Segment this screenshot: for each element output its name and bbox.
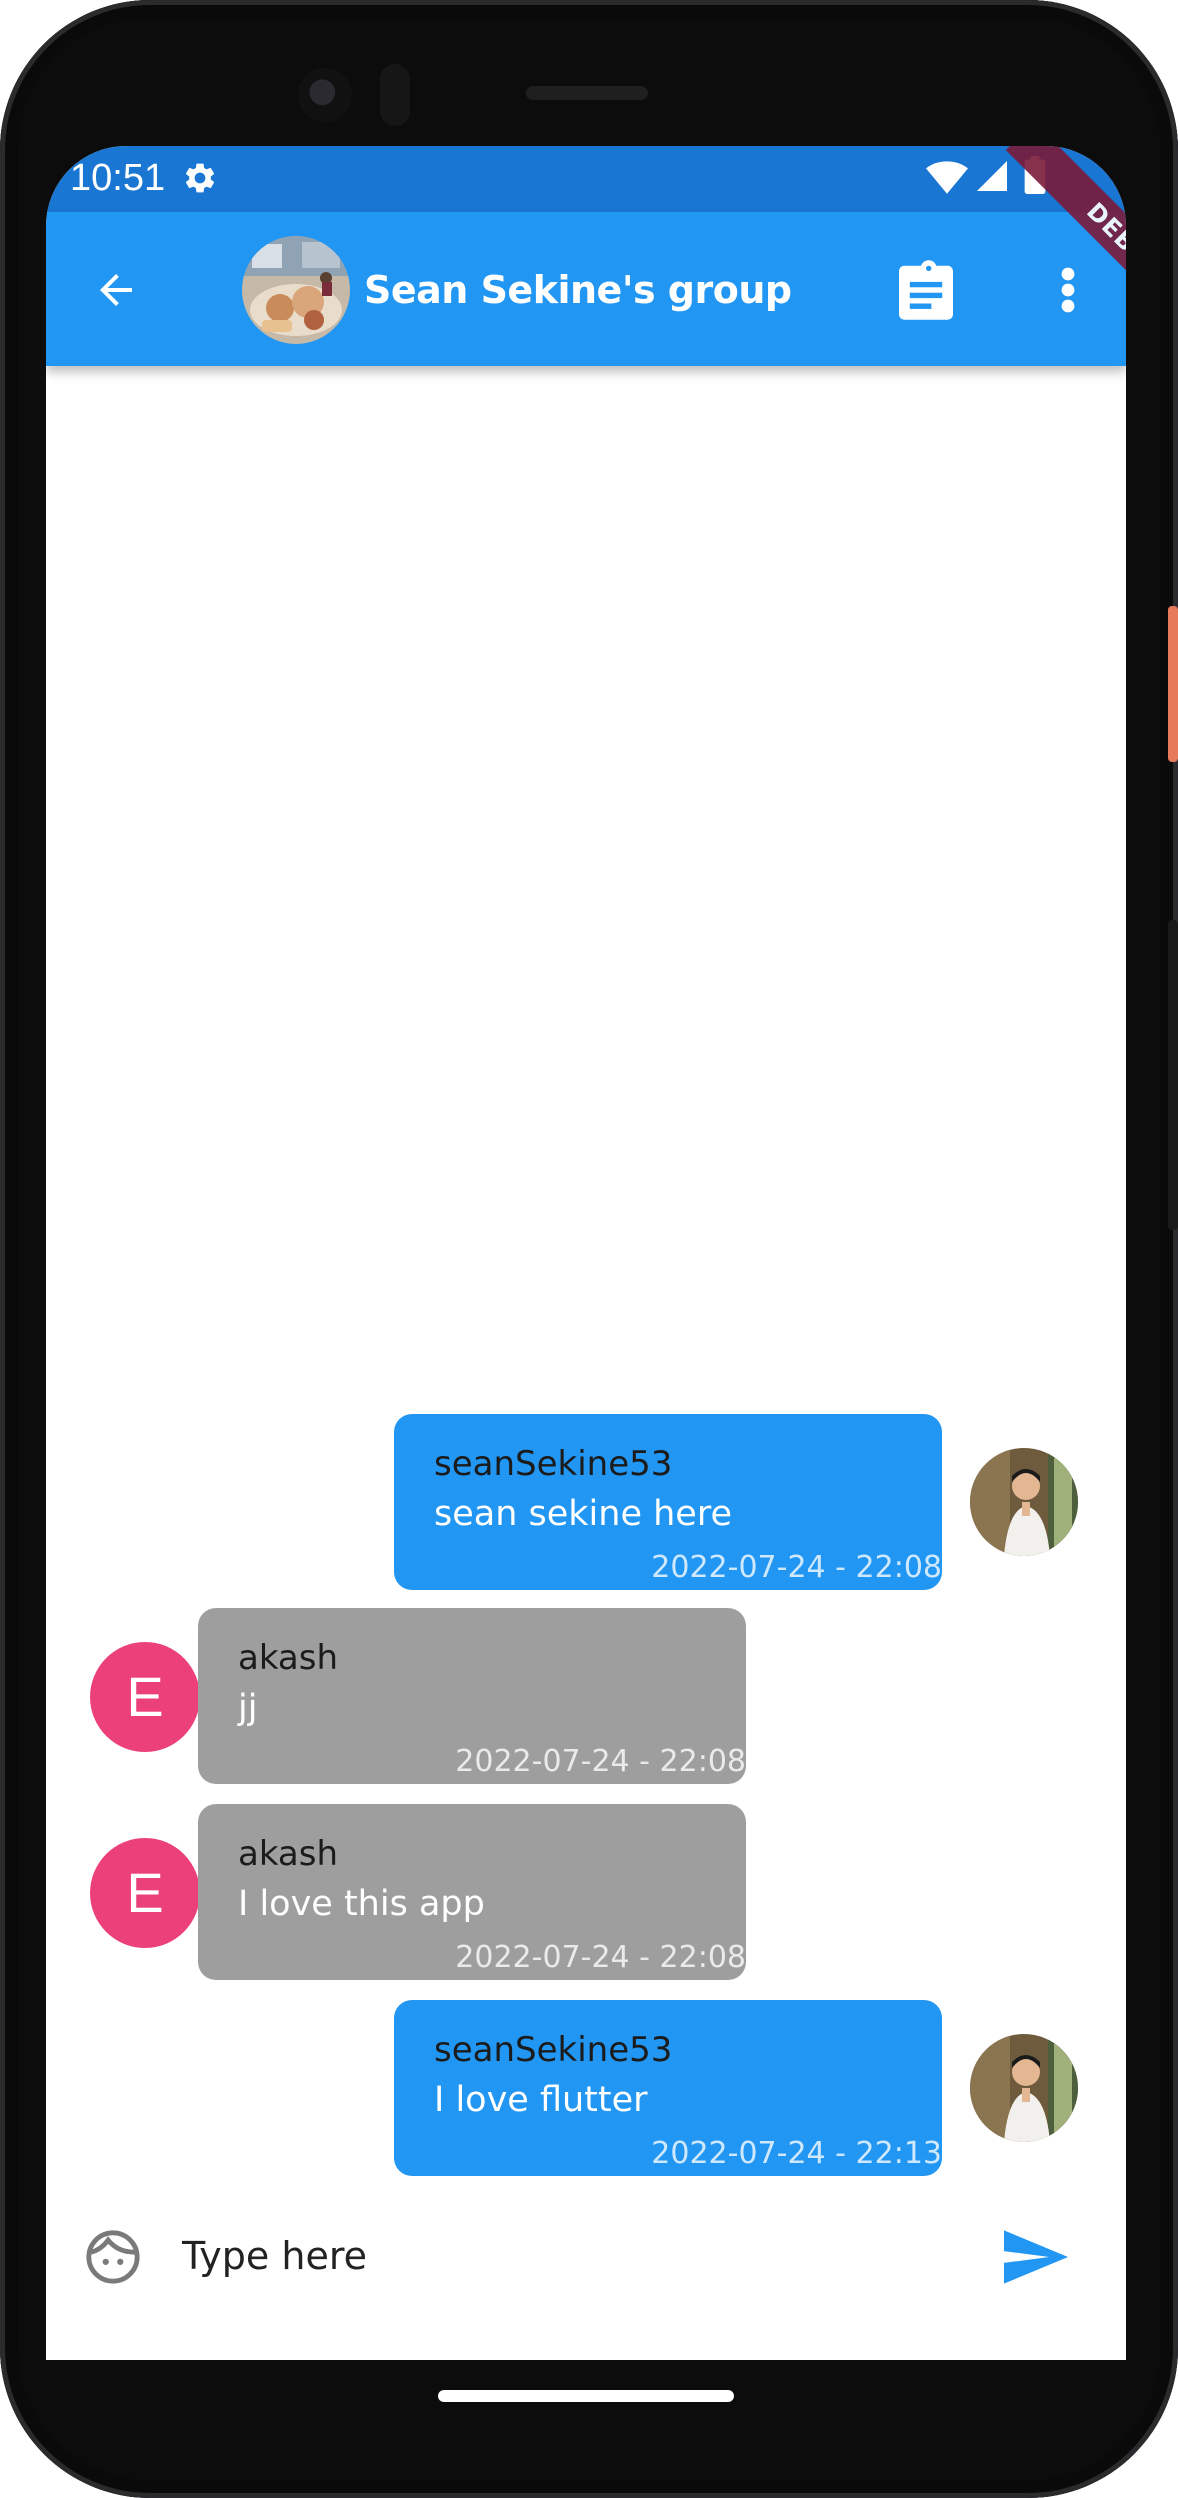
back-button[interactable]	[84, 258, 148, 322]
message-timestamp: 2022-07-24 - 22:08	[651, 1550, 942, 1585]
message-sender: akash	[238, 1834, 339, 1874]
clipboard-icon	[899, 260, 953, 320]
signal-icon	[977, 161, 1007, 191]
message-bubble-received[interactable]: akash I love this app 2022-07-24 - 22:08	[198, 1804, 746, 1980]
status-bar: 10:51	[46, 146, 1126, 212]
gear-icon	[185, 163, 215, 193]
screen: 10:51 Sean Sekine's group DEBUG seanSeki…	[46, 146, 1126, 2360]
face-icon	[86, 2230, 140, 2284]
avatar[interactable]: E	[90, 1642, 200, 1752]
message-timestamp: 2022-07-24 - 22:08	[455, 1744, 746, 1779]
back-arrow-icon	[100, 274, 132, 306]
home-indicator[interactable]	[438, 2390, 734, 2402]
message-bubble-sent[interactable]: seanSekine53 sean sekine here 2022-07-24…	[394, 1414, 942, 1590]
more-vert-icon	[1061, 267, 1075, 313]
wifi-icon	[926, 161, 968, 194]
message-input[interactable]	[182, 2224, 882, 2288]
group-photo	[242, 236, 350, 344]
status-time: 10:51	[70, 157, 166, 199]
message-sender: seanSekine53	[434, 1444, 673, 1484]
send-button[interactable]	[1004, 2230, 1068, 2284]
message-sender: seanSekine53	[434, 2030, 673, 2070]
user-photo	[970, 2034, 1078, 2142]
message-text: sean sekine here	[434, 1494, 732, 1534]
phone-frame: 10:51 Sean Sekine's group DEBUG seanSeki…	[0, 0, 1178, 2498]
message-timestamp: 2022-07-24 - 22:13	[651, 2136, 942, 2171]
page-title: Sean Sekine's group	[364, 268, 792, 312]
send-icon	[1004, 2230, 1068, 2284]
avatar[interactable]: E	[90, 1838, 200, 1948]
message-timestamp: 2022-07-24 - 22:08	[455, 1940, 746, 1975]
avatar[interactable]	[970, 2034, 1078, 2142]
app-bar: Sean Sekine's group	[46, 212, 1126, 366]
message-text: I love flutter	[434, 2080, 648, 2120]
message-composer	[46, 2206, 1126, 2306]
bottom-bezel	[46, 2360, 1126, 2450]
message-text: I love this app	[238, 1884, 485, 1924]
more-options-button[interactable]	[1048, 256, 1088, 324]
power-button	[1168, 606, 1178, 762]
earpiece-speaker	[526, 86, 648, 100]
message-bubble-received[interactable]: akash jj 2022-07-24 - 22:08	[198, 1608, 746, 1784]
message-text: jj	[238, 1688, 258, 1728]
proximity-sensor	[380, 64, 410, 126]
avatar[interactable]	[970, 1448, 1078, 1556]
clipboard-button[interactable]	[894, 256, 958, 324]
group-avatar[interactable]	[242, 236, 350, 344]
message-sender: akash	[238, 1638, 339, 1678]
message-bubble-sent[interactable]: seanSekine53 I love flutter 2022-07-24 -…	[394, 2000, 942, 2176]
user-photo	[970, 1448, 1078, 1556]
front-camera	[298, 68, 352, 122]
volume-button	[1168, 920, 1178, 1230]
emoji-button[interactable]	[84, 2228, 142, 2286]
